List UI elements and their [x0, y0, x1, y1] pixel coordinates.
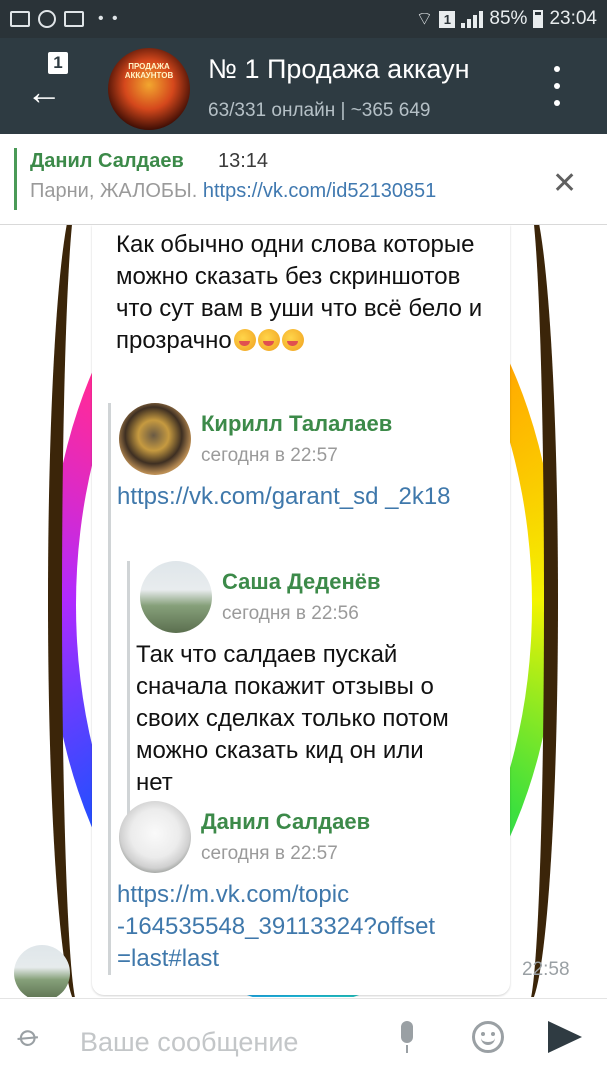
pinned-time: 13:14 [218, 150, 269, 172]
sim-badge: 1 [439, 10, 456, 28]
forwarded-author[interactable]: Данил Салдаев [201, 809, 370, 835]
back-arrow-icon: ← [26, 71, 62, 112]
forwarded-text: Так что салдаев пускай сначала покажит о… [136, 641, 449, 796]
pinned-author: Данил Салдаев [30, 150, 184, 172]
pinned-text-line: Парни, ЖАЛОБЫ. https://vk.com/id52130851 [30, 180, 436, 203]
more-menu-icon[interactable] [550, 66, 564, 106]
forwarded-date: сегодня в 22:57 [201, 445, 338, 466]
battery-percent: 85% [489, 8, 528, 29]
message-text: Как обычно одни слова которые можно сказ… [116, 229, 496, 357]
channel-avatar[interactable]: ПРОДАЖА АККАУНТОВ [108, 48, 190, 130]
dizzy-face-emoji-icon [257, 329, 280, 351]
close-pinned-icon[interactable]: ✕ [552, 166, 577, 201]
wifi-icon: ⌔ [415, 9, 434, 30]
forwarded-author[interactable]: Кирилл Талалаев [201, 411, 392, 437]
send-icon[interactable] [548, 1021, 582, 1053]
avatar[interactable] [119, 801, 191, 873]
forwarded-link[interactable]: https://m.vk.com/topic -164535548_391133… [117, 879, 487, 975]
message-time: 22:58 [522, 959, 570, 980]
channel-title[interactable]: № 1 Продажа аккаун [208, 54, 508, 85]
gallery-notification-icon [10, 11, 30, 27]
nested-forwarded-message: Саша Деденёв сегодня в 22:56 Так что сал… [127, 561, 490, 821]
message-input[interactable] [78, 1021, 382, 1063]
chat-notification-icon [38, 10, 56, 28]
composer-bar: ⌀ [0, 998, 607, 1081]
status-bar: • • ⌔ 1 85% 23:04 [0, 0, 607, 38]
tv-notification-icon [64, 11, 84, 27]
pinned-text: Парни, ЖАЛОБЫ. [30, 180, 198, 202]
forwarded-author[interactable]: Саша Деденёв [222, 569, 381, 595]
forwarded-date: сегодня в 22:56 [222, 603, 359, 624]
emoji-icon[interactable] [472, 1021, 504, 1053]
dizzy-face-emoji-icon [281, 329, 304, 351]
clock: 23:04 [549, 8, 597, 29]
chat-area: Как обычно одни слова которые можно сказ… [0, 225, 607, 997]
dizzy-face-emoji-icon [233, 329, 256, 351]
back-button[interactable]: 1 ← [26, 52, 76, 112]
pinned-link[interactable]: https://vk.com/id52130851 [203, 180, 436, 202]
message-bubble[interactable]: Как обычно одни слова которые можно сказ… [92, 225, 510, 995]
pinned-message[interactable]: Данил Салдаев 13:14 Парни, ЖАЛОБЫ. https… [0, 134, 607, 225]
avatar-caption: ПРОДАЖА АККАУНТОВ [124, 62, 174, 80]
forwarded-message: Кирилл Талалаев сегодня в 22:57 https://… [108, 403, 501, 975]
forwarded-date: сегодня в 22:57 [201, 843, 338, 864]
channel-subtitle: 63/331 онлайн | ~365 649 [208, 100, 431, 121]
forwarded-link[interactable]: https://vk.com/garant_sd _2k18 [117, 481, 457, 513]
more-notifications-icon: • • [98, 10, 120, 27]
avatar[interactable] [119, 403, 191, 475]
chat-header: 1 ← ПРОДАЖА АККАУНТОВ № 1 Продажа аккаун… [0, 38, 607, 134]
sender-avatar[interactable] [14, 945, 70, 997]
avatar[interactable] [140, 561, 212, 633]
pinned-accent-bar [14, 148, 17, 210]
battery-icon [533, 10, 544, 28]
signal-icon [461, 10, 484, 28]
microphone-icon[interactable] [398, 1021, 416, 1055]
attach-icon[interactable]: ⌀ [11, 1017, 47, 1055]
